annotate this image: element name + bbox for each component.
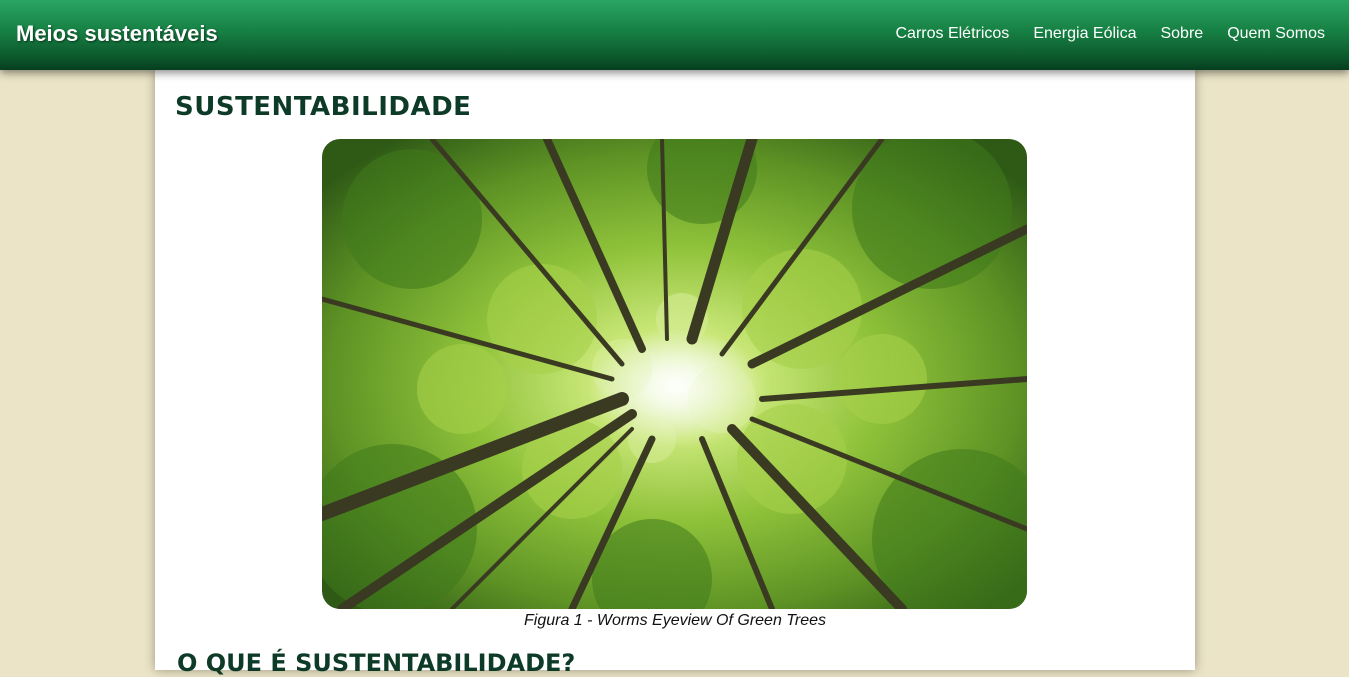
top-navigation-bar: Meios sustentáveis Carros Elétricos Ener…	[0, 0, 1349, 70]
nav-link-energia-eolica[interactable]: Energia Eólica	[1033, 25, 1136, 43]
page-title: SUSTENTABILIDADE	[175, 92, 472, 122]
nav-link-sobre[interactable]: Sobre	[1160, 25, 1203, 43]
forest-canopy-image	[322, 139, 1027, 609]
main-content: SUSTENTABILIDADE Figura 1 - Worms Eyevie…	[155, 70, 1195, 677]
main-nav: Carros Elétricos Energia Eólica Sobre Qu…	[896, 25, 1326, 43]
figure-caption: Figura 1 - Worms Eyeview Of Green Trees	[524, 612, 826, 629]
nav-link-carros-eletricos[interactable]: Carros Elétricos	[896, 25, 1010, 43]
section-title: O QUE É SUSTENTABILIDADE?	[177, 649, 576, 677]
nav-link-quem-somos[interactable]: Quem Somos	[1227, 25, 1325, 43]
site-brand[interactable]: Meios sustentáveis	[16, 21, 218, 47]
hero-figure	[322, 139, 1027, 609]
